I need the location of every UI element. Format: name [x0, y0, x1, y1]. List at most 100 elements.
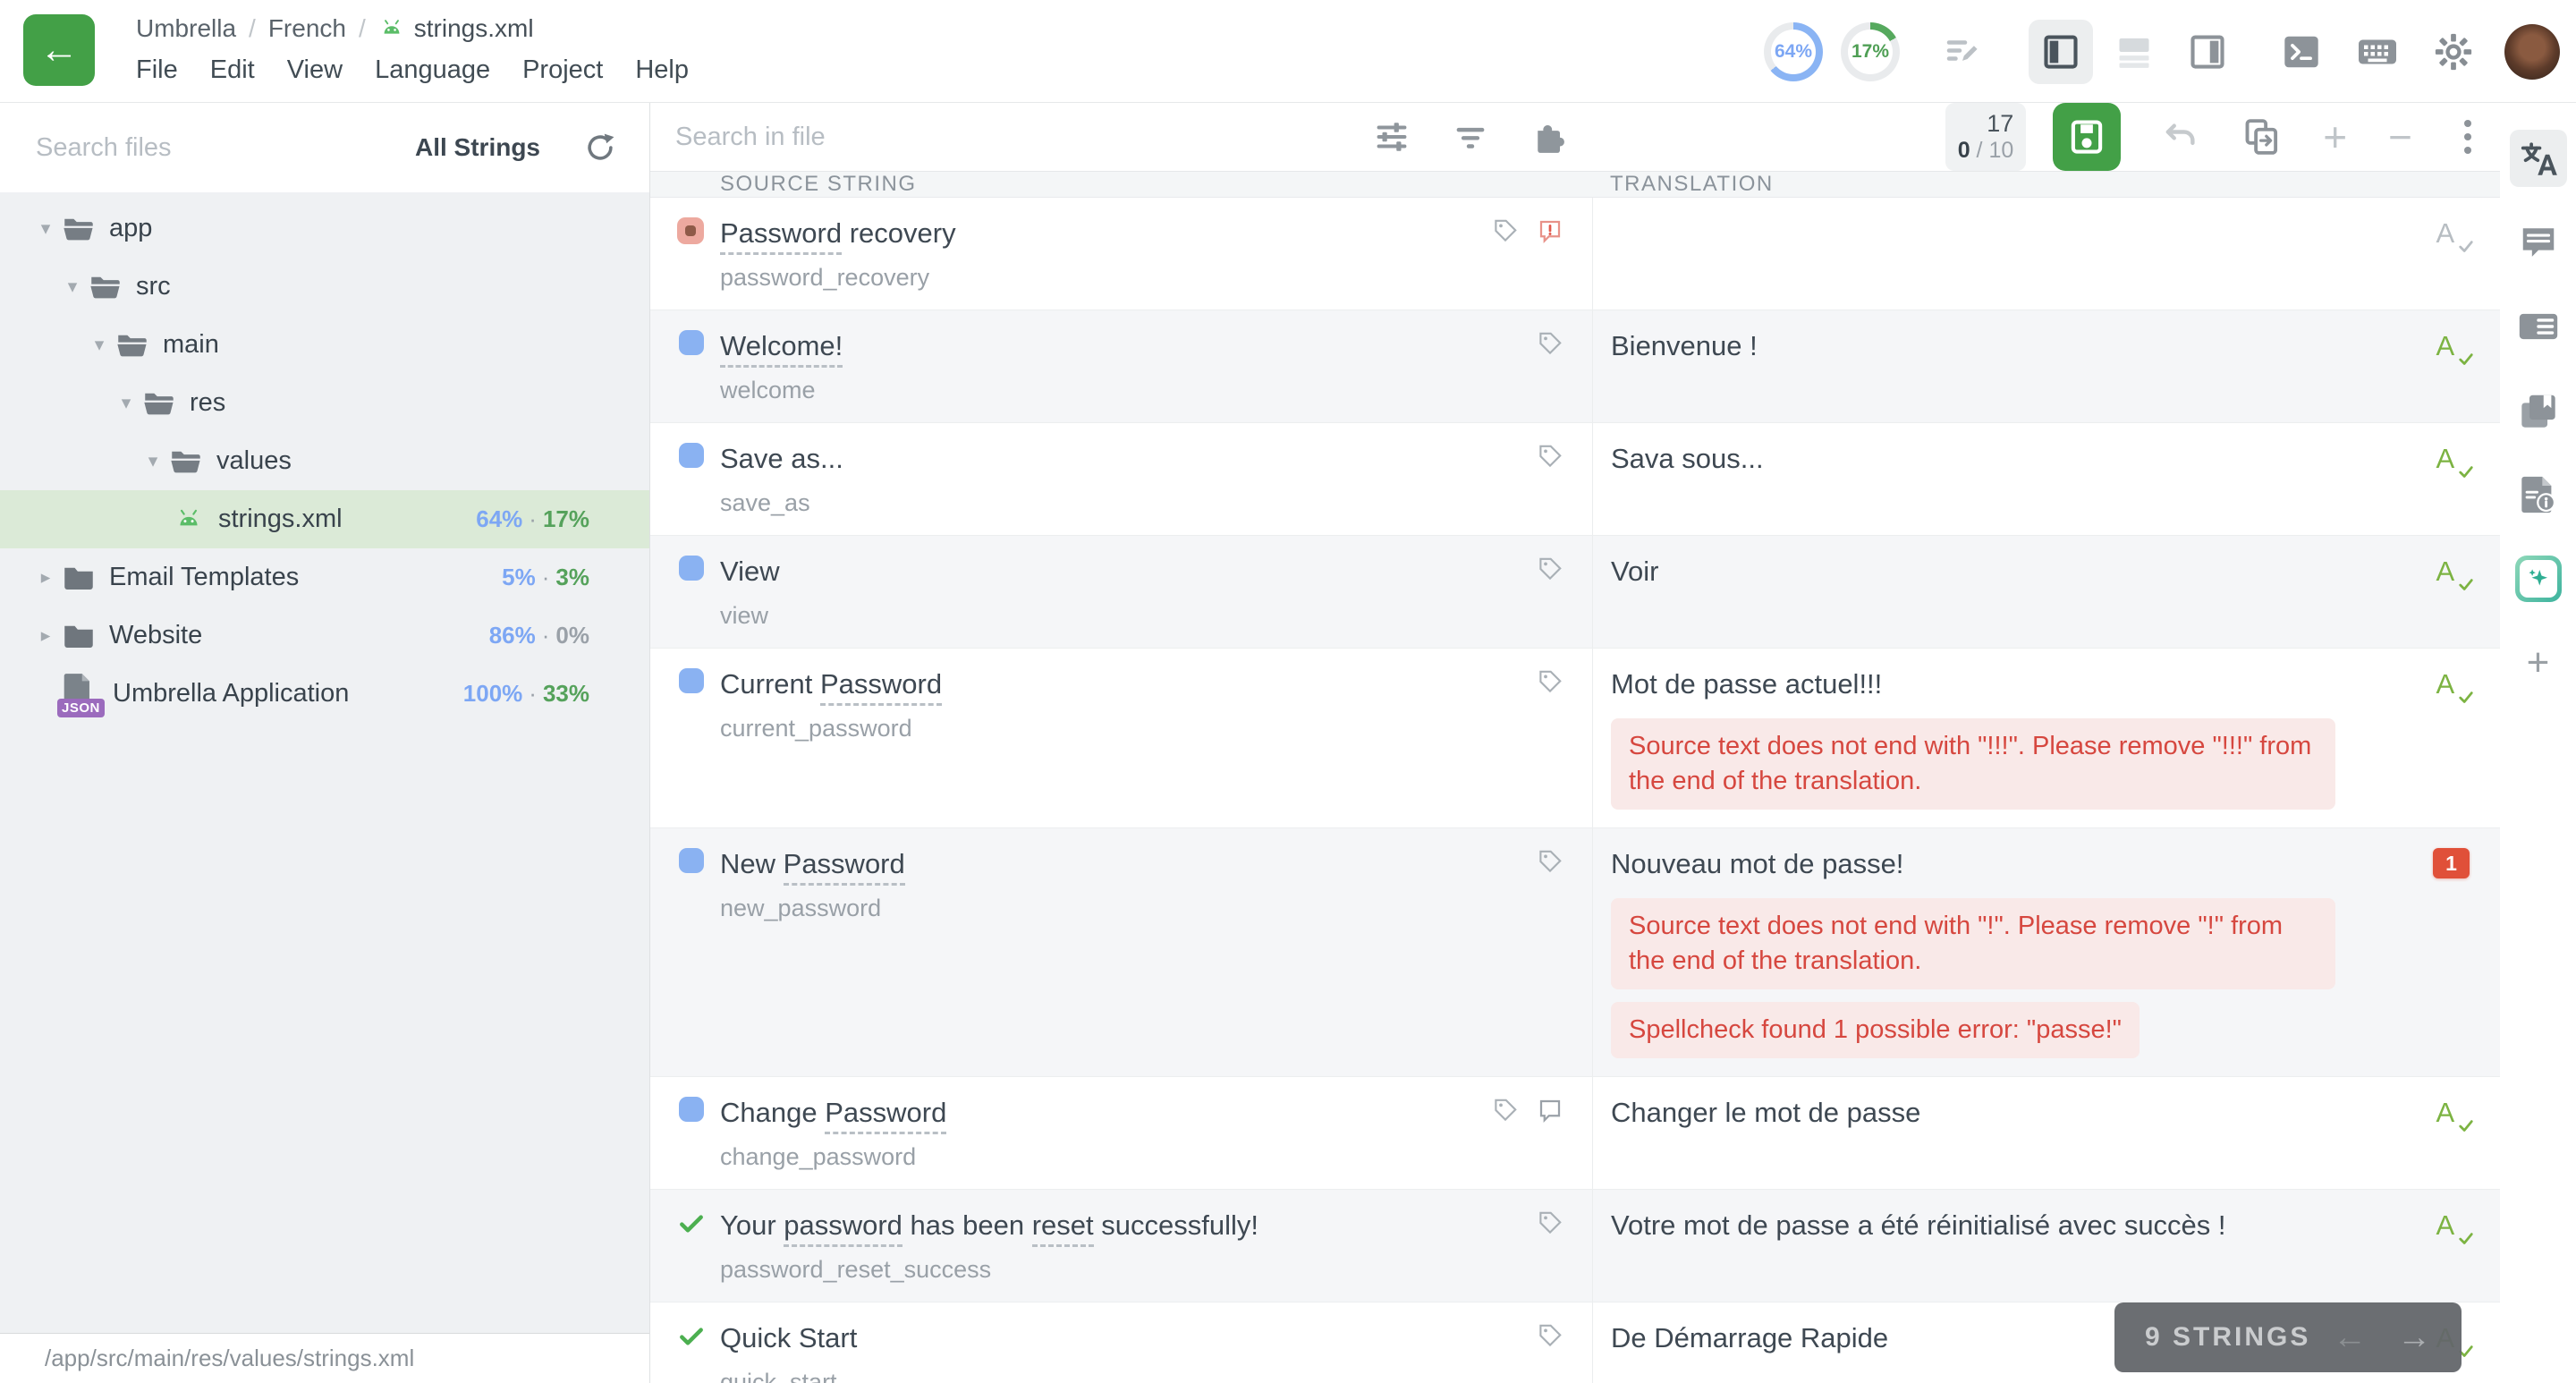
menu-edit[interactable]: Edit: [210, 55, 255, 85]
comment-issue-icon[interactable]: [1537, 217, 1563, 292]
approve-icon[interactable]: A: [2436, 443, 2467, 480]
comments-panel-button[interactable]: [2510, 214, 2567, 271]
string-key: change_password: [720, 1143, 1485, 1171]
draft-notes-icon[interactable]: [1941, 30, 1984, 73]
tag-icon[interactable]: [1537, 1209, 1563, 1284]
caret-right-icon[interactable]: ▸: [34, 566, 57, 589]
breadcrumb-project[interactable]: Umbrella: [136, 14, 236, 43]
caret-right-icon[interactable]: ▸: [34, 624, 57, 647]
next-page-arrow-icon[interactable]: →: [2397, 1319, 2431, 1357]
save-button[interactable]: [2053, 103, 2121, 171]
file-info-icon: [2518, 474, 2559, 515]
string-row-password-reset-success[interactable]: Your password has been reset successfull…: [650, 1190, 2500, 1302]
caret-down-icon[interactable]: ▾: [141, 450, 165, 472]
string-row-welcome[interactable]: Welcome! welcome Bienvenue ! A: [650, 310, 2500, 423]
status-issue-icon: [677, 217, 704, 244]
tag-icon[interactable]: [1537, 443, 1563, 517]
file-progress-stats: 64%·17%: [476, 505, 589, 533]
approve-icon[interactable]: A: [2436, 1209, 2467, 1247]
context-info-panel-button[interactable]: [2510, 466, 2567, 523]
approve-icon[interactable]: A: [2436, 1097, 2467, 1134]
status-approved-icon: [677, 1322, 706, 1383]
more-options-kebab-icon[interactable]: [2459, 115, 2477, 159]
tree-folder-email-templates[interactable]: ▸ Email Templates 5%·3%: [0, 548, 649, 607]
tree-folder-res[interactable]: ▾ res: [0, 374, 649, 432]
tag-icon[interactable]: [1537, 1322, 1563, 1383]
tag-icon[interactable]: [1537, 848, 1563, 1058]
back-button[interactable]: ←: [23, 14, 95, 86]
settings-gear-icon[interactable]: [2433, 31, 2474, 72]
status-approved-icon: [677, 1209, 706, 1284]
zoom-out-icon[interactable]: −: [2388, 113, 2412, 161]
tag-icon[interactable]: [1492, 1097, 1519, 1171]
issues-count-badge[interactable]: 1: [2433, 848, 2470, 878]
comment-icon[interactable]: [1537, 1097, 1563, 1171]
undo-icon[interactable]: [2162, 117, 2201, 157]
status-translated-icon: [679, 668, 704, 693]
filter-icon[interactable]: [1452, 118, 1489, 156]
previous-page-arrow-icon[interactable]: ←: [2333, 1319, 2367, 1357]
translations-panel-button[interactable]: [2510, 130, 2567, 187]
string-row-change-password[interactable]: Change Password change_password Changer …: [650, 1077, 2500, 1190]
view-side-by-side-button[interactable]: [2029, 20, 2093, 84]
view-split-horizontal-button[interactable]: [2102, 20, 2166, 84]
filter-settings-icon[interactable]: [1373, 118, 1411, 156]
approve-icon[interactable]: A: [2436, 217, 2467, 255]
breadcrumb-file[interactable]: strings.xml: [378, 14, 534, 43]
tree-file-strings-xml[interactable]: strings.xml 64%·17%: [0, 490, 649, 548]
tree-folder-app[interactable]: ▾ app: [0, 199, 649, 258]
folder-open-icon: [63, 215, 95, 243]
search-in-file-input[interactable]: [675, 123, 997, 152]
qa-error-message: Source text does not end with "!!!". Ple…: [1611, 718, 2335, 810]
view-right-panel-button[interactable]: [2175, 20, 2240, 84]
caret-down-icon[interactable]: ▾: [34, 217, 57, 240]
approve-icon[interactable]: A: [2436, 556, 2467, 593]
tag-icon[interactable]: [1537, 556, 1563, 630]
approve-icon[interactable]: A: [2436, 330, 2467, 368]
user-avatar[interactable]: [2504, 24, 2560, 80]
string-row-current-password[interactable]: Current Password current_password Mot de…: [650, 649, 2500, 828]
caret-down-icon[interactable]: ▾: [61, 276, 84, 298]
approve-icon[interactable]: A: [2436, 668, 2467, 706]
ai-assistant-panel-button[interactable]: [2510, 550, 2567, 607]
keyboard-shortcuts-icon[interactable]: [2356, 30, 2399, 73]
strings-filter-dropdown[interactable]: All Strings: [415, 133, 540, 162]
caret-down-icon[interactable]: ▾: [88, 334, 111, 356]
tag-icon[interactable]: [1537, 330, 1563, 404]
folder-icon: [63, 564, 95, 592]
zoom-in-icon[interactable]: +: [2323, 113, 2347, 161]
string-row-view[interactable]: View view Voir A: [650, 536, 2500, 649]
json-file-icon: JSON: [63, 673, 98, 716]
menu-view[interactable]: View: [287, 55, 343, 85]
folder-icon: [63, 622, 95, 650]
caret-down-icon[interactable]: ▾: [114, 392, 138, 414]
menu-project[interactable]: Project: [522, 55, 603, 85]
translation-memory-panel-button[interactable]: [2510, 298, 2567, 355]
menu-language[interactable]: Language: [375, 55, 490, 85]
string-row-password-recovery[interactable]: Password recovery password_recovery A: [650, 198, 2500, 310]
string-key: password_recovery: [720, 264, 1485, 292]
tree-file-umbrella-application[interactable]: JSON Umbrella Application 100%·33%: [0, 665, 649, 723]
string-key: new_password: [720, 895, 1485, 922]
tree-folder-values[interactable]: ▾ values: [0, 432, 649, 490]
tag-icon[interactable]: [1492, 217, 1519, 292]
copy-translation-icon[interactable]: [2242, 117, 2282, 157]
console-icon[interactable]: [2281, 31, 2322, 72]
string-row-new-password[interactable]: New Password new_password Nouveau mot de…: [650, 828, 2500, 1077]
tree-folder-src[interactable]: ▾ src: [0, 258, 649, 316]
add-panel-button[interactable]: +: [2510, 634, 2567, 692]
string-key: password_reset_success: [720, 1256, 1485, 1284]
glossary-panel-button[interactable]: [2510, 382, 2567, 439]
menu-file[interactable]: File: [136, 55, 178, 85]
strings-count-label: 9 STRINGS: [2145, 1322, 2310, 1353]
tree-folder-main[interactable]: ▾ main: [0, 316, 649, 374]
string-row-save-as[interactable]: Save as... save_as Sava sous... A: [650, 423, 2500, 536]
tag-icon[interactable]: [1537, 668, 1563, 810]
search-files-input[interactable]: [36, 133, 415, 163]
tree-folder-website[interactable]: ▸ Website 86%·0%: [0, 607, 649, 665]
floppy-icon: [2067, 117, 2106, 157]
menu-help[interactable]: Help: [635, 55, 689, 85]
breadcrumb-language[interactable]: French: [268, 14, 346, 43]
plugins-puzzle-icon[interactable]: [1530, 117, 1570, 157]
refresh-icon[interactable]: [583, 131, 617, 165]
